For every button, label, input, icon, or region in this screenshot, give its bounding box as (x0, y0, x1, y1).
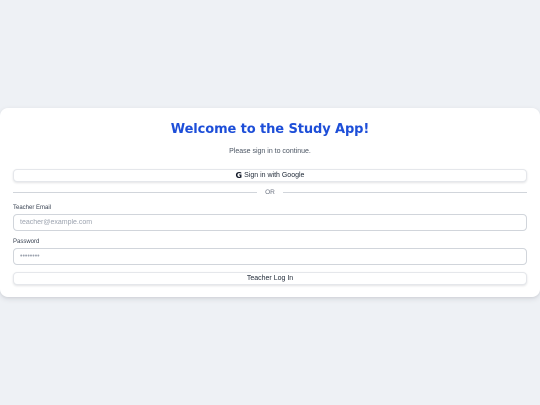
email-label: Teacher Email (13, 205, 52, 211)
divider-line-left (13, 191, 258, 193)
or-divider: OR (13, 187, 527, 197)
teacher-login-label: Teacher Log In (246, 275, 294, 282)
page-subtitle: Please sign in to continue. (229, 148, 311, 155)
google-icon: G (235, 170, 243, 180)
google-sign-in-button[interactable]: G Sign in with Google (13, 169, 527, 182)
email-field[interactable] (13, 214, 527, 231)
page-title: Welcome to the Study App! (170, 122, 370, 137)
password-field[interactable] (13, 248, 527, 265)
login-card: Welcome to the Study App! Please sign in… (0, 108, 540, 297)
password-label: Password (13, 239, 40, 245)
divider-line-right (282, 191, 527, 193)
google-sign-in-label: Sign in with Google (244, 172, 305, 179)
teacher-login-button[interactable]: Teacher Log In (13, 272, 527, 285)
divider-text: OR (265, 188, 275, 196)
